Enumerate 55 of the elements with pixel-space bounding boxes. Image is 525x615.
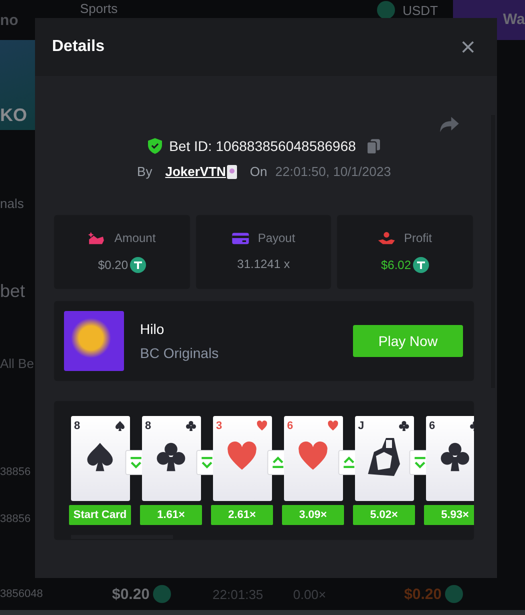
game-provider: BC Originals [140, 345, 219, 361]
stat-label: Payout [258, 231, 296, 245]
stat-value: 31.1241 x [237, 257, 290, 271]
multiplier-label: 5.02× [353, 505, 415, 525]
tether-coin-icon [444, 585, 463, 603]
share-icon[interactable] [439, 116, 460, 133]
brand-text: no [0, 12, 20, 29]
bet-id-cell-text: 3856048 [0, 588, 44, 600]
play-now-button[interactable]: Play Now [353, 325, 463, 357]
card-badge-icon [226, 164, 237, 178]
card-rank: 6 [287, 420, 294, 432]
section-heading: bet [0, 281, 26, 302]
multiplier-label: 1.61× [140, 505, 202, 525]
close-icon[interactable] [462, 41, 474, 53]
copy-icon[interactable] [366, 138, 380, 154]
amount-cell: $0.20 [112, 586, 150, 602]
stat-label: Amount [114, 231, 156, 245]
multiplier-label: 2.61× [211, 505, 273, 525]
club-icon [438, 440, 472, 474]
hand-person-icon [378, 232, 395, 244]
club-icon [154, 440, 188, 474]
sports-tab[interactable]: Sports [80, 1, 118, 16]
card-rank: 3 [216, 420, 222, 432]
multiplier-label: 5.93× [424, 505, 474, 525]
bet-datetime: 22:01:50, 10/1/2023 [275, 164, 391, 179]
tether-coin-icon [376, 1, 395, 19]
banner-title: KO [0, 105, 27, 126]
bet-id-text: Bet ID: 106883856048586968 [169, 138, 356, 154]
on-label: On [250, 164, 268, 179]
heart-icon [256, 420, 268, 432]
card-rank: J [358, 420, 364, 432]
shield-check-icon [148, 138, 162, 154]
stat-value: $0.20 [98, 258, 128, 272]
club-icon [398, 420, 410, 432]
multiplier-label: 3.09× [282, 505, 344, 525]
username-link[interactable]: JokerVTN [165, 164, 237, 179]
card-rank: 8 [145, 420, 152, 432]
bet-id-cell-text: 38856 [0, 466, 32, 478]
multiplier-label: Start Card [69, 505, 131, 525]
game-name: Hilo [140, 321, 166, 337]
heart-icon [327, 420, 339, 432]
stat-value: $6.02 [380, 258, 412, 272]
dialog-title: Details [52, 38, 104, 56]
card-rank: 6 [429, 420, 436, 432]
profit-cell: $0.20 [404, 586, 442, 602]
spade-icon [114, 420, 126, 432]
game-thumbnail [64, 311, 124, 371]
currency-selector[interactable]: USDT [376, 1, 438, 19]
stat-label: Profit [404, 231, 432, 245]
club-icon [185, 420, 197, 432]
card-icon [232, 232, 249, 244]
by-label: By [137, 164, 152, 179]
card-rank: 8 [74, 420, 80, 432]
bet-id-cell-text: 38856 [0, 513, 32, 525]
tether-coin-icon [152, 585, 171, 603]
